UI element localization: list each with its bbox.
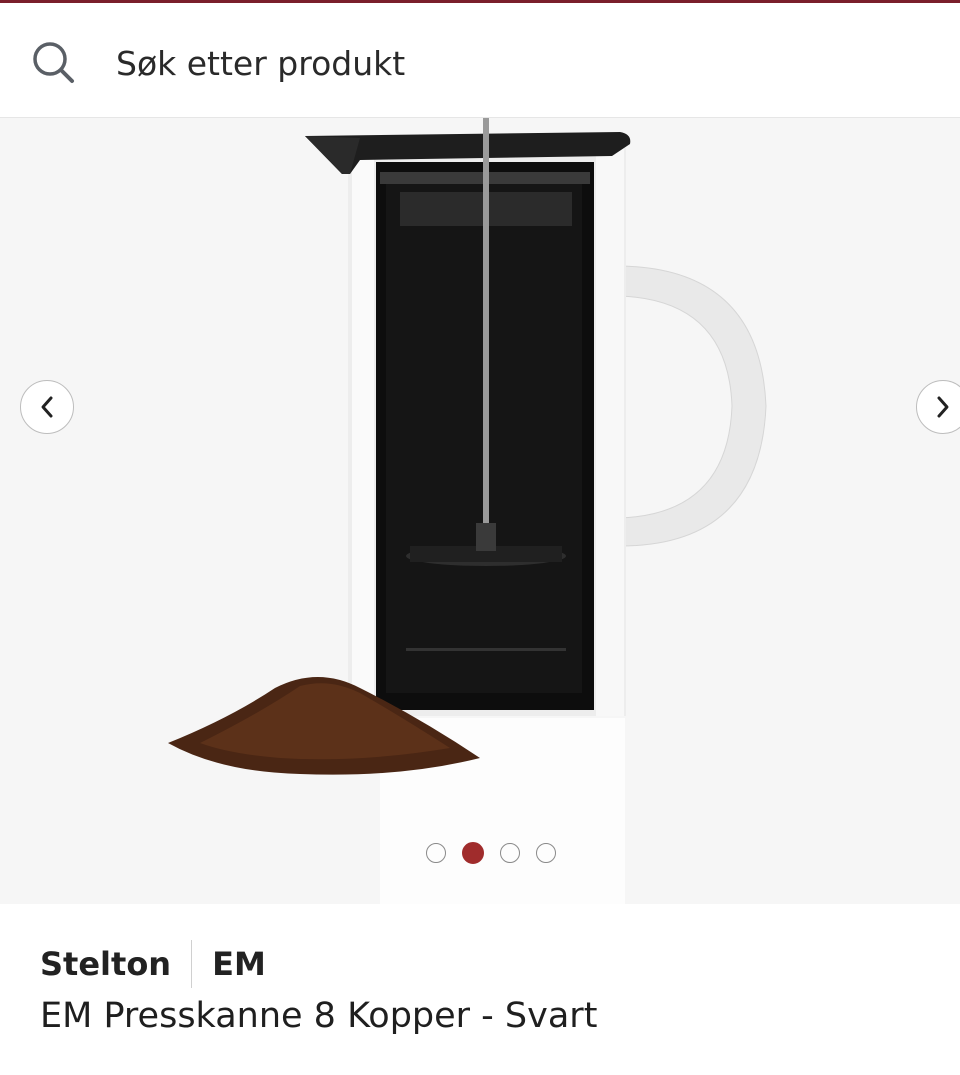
search-input[interactable] [116,33,916,93]
search-icon[interactable] [30,39,76,85]
carousel-dot[interactable] [500,843,520,863]
product-info: Stelton EM EM Presskanne 8 Kopper - Svar… [40,940,920,1036]
carousel-dot[interactable] [426,843,446,863]
brand-row: Stelton EM [40,940,920,988]
carousel-indicators [426,842,556,867]
chevron-left-icon [41,396,53,418]
search-bar [0,3,960,118]
brand-link[interactable]: Stelton [40,945,171,983]
previous-image-button[interactable] [20,380,74,434]
chevron-right-icon [937,396,949,418]
product-image-gallery[interactable] [0,118,960,904]
product-image [168,118,767,904]
carousel-dot-active[interactable] [462,842,484,864]
series-link[interactable]: EM [212,945,266,983]
brand-divider [191,940,193,988]
carousel-dot[interactable] [536,843,556,863]
product-title: EM Presskanne 8 Kopper - Svart [40,996,598,1036]
